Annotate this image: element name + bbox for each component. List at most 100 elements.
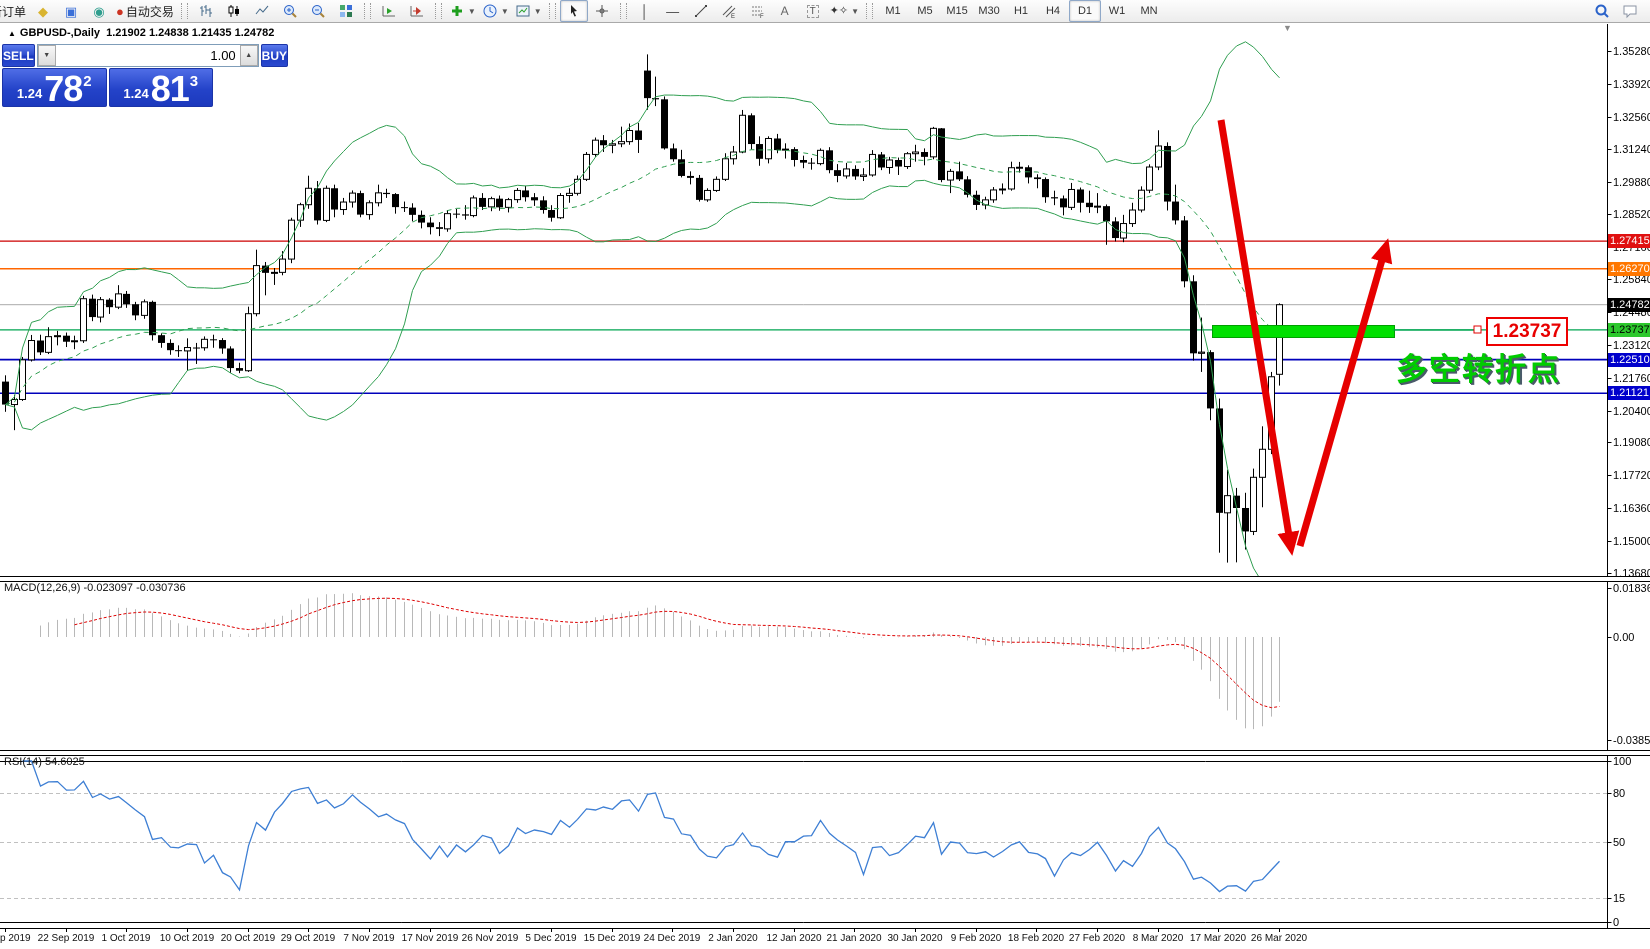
panel-separator[interactable] xyxy=(0,576,1650,582)
zoom-out-button[interactable] xyxy=(304,0,332,22)
tile-windows-button[interactable] xyxy=(332,0,360,22)
shapes-icon: ✦✧ xyxy=(830,6,848,17)
mt4-window: 新订单 ◆ ▣ ◉ ● 自动交易 ▼ ▼ ▼ │ — E F A T ✦✧▼ xyxy=(0,0,1650,949)
volume-decrease-button[interactable]: ▼ xyxy=(38,45,56,66)
signal-button[interactable]: ◉ xyxy=(85,0,113,22)
sell-button[interactable]: SELL xyxy=(2,44,35,67)
chart-bars-button[interactable] xyxy=(192,0,220,22)
auto-scroll-button[interactable] xyxy=(375,0,403,22)
price-level-label: 1.27415 xyxy=(1608,234,1650,248)
templates-button[interactable]: ▼ xyxy=(512,0,545,22)
sell-price-box[interactable]: 1.24 78 2 xyxy=(2,68,107,107)
line-chart-icon xyxy=(254,3,270,19)
date-tick xyxy=(369,929,370,932)
crosshair-button[interactable] xyxy=(588,0,616,22)
new-order-icon[interactable]: ◆ xyxy=(29,0,57,22)
chat-button[interactable] xyxy=(1616,0,1644,22)
channel-button[interactable]: E xyxy=(715,0,743,22)
buy-price-box[interactable]: 1.24 81 3 xyxy=(109,68,214,107)
panel-separator[interactable] xyxy=(0,750,1650,756)
arrows-button[interactable]: ✦✧▼ xyxy=(827,0,862,22)
rsi-panel-canvas[interactable] xyxy=(0,754,1650,928)
date-axis[interactable]: 2 Sep 201922 Sep 20191 Oct 201910 Oct 20… xyxy=(0,928,1650,949)
main-toolbar: 新订单 ◆ ▣ ◉ ● 自动交易 ▼ ▼ ▼ │ — E F A T ✦✧▼ xyxy=(0,0,1650,23)
chart-candles-button[interactable] xyxy=(220,0,248,22)
sell-price-pip: 2 xyxy=(83,73,91,90)
chart-ohlc-values: 1.21902 1.24838 1.21435 1.24782 xyxy=(106,27,274,39)
sell-price-big: 78 xyxy=(44,74,82,104)
date-tick xyxy=(126,929,127,932)
macd-panel-canvas[interactable] xyxy=(0,580,1650,750)
fibonacci-button[interactable]: F xyxy=(743,0,771,22)
buy-price-big: 81 xyxy=(151,74,189,104)
label-icon: T xyxy=(807,5,819,18)
timeframe-m30-button[interactable]: M30 xyxy=(973,0,1005,22)
date-tick xyxy=(1036,929,1037,932)
tile-windows-icon xyxy=(338,3,354,19)
timeframe-m5-button[interactable]: M5 xyxy=(909,0,941,22)
autotrade-button[interactable]: ● 自动交易 xyxy=(113,0,177,22)
template-icon xyxy=(515,3,531,19)
date-tick xyxy=(551,929,552,932)
signal-icon: ◉ xyxy=(93,5,104,18)
chart-shift-button[interactable] xyxy=(403,0,431,22)
price-level-label: 1.26270 xyxy=(1608,262,1650,276)
cursor-button[interactable] xyxy=(560,0,588,22)
zoom-in-button[interactable] xyxy=(276,0,304,22)
chart-line-button[interactable] xyxy=(248,0,276,22)
volume-input[interactable] xyxy=(56,45,240,66)
svg-text:E: E xyxy=(731,14,735,19)
rsi-name: RSI(14) xyxy=(4,756,42,768)
text-label-button[interactable]: T xyxy=(799,0,827,22)
clock-icon xyxy=(482,3,498,19)
new-order-button[interactable]: 新订单 xyxy=(0,0,29,22)
chart-symbol: GBPUSD-,Daily xyxy=(20,27,100,39)
timeframe-m15-button[interactable]: M15 xyxy=(941,0,973,22)
search-button[interactable] xyxy=(1588,0,1616,22)
date-tick xyxy=(976,929,977,932)
trendline-button[interactable] xyxy=(687,0,715,22)
add-indicator-icon xyxy=(449,3,465,19)
zoom-out-icon xyxy=(310,3,326,19)
bars-chart-icon xyxy=(198,3,214,19)
vline-icon: │ xyxy=(641,5,649,18)
sell-price-small: 1.24 xyxy=(17,84,42,104)
volume-stepper: ▼ ▲ xyxy=(37,44,259,67)
main-chart-canvas[interactable] xyxy=(0,24,1650,576)
timeframe-h1-button[interactable]: H1 xyxy=(1005,0,1037,22)
pivot-annotation-text[interactable]: 多空转折点 xyxy=(1396,344,1561,389)
text-button[interactable]: A xyxy=(771,0,799,22)
macd-main-value: -0.023097 xyxy=(83,582,133,594)
timeframe-w1-button[interactable]: W1 xyxy=(1101,0,1133,22)
buy-price-small: 1.24 xyxy=(123,84,148,104)
timeframe-mn-button[interactable]: MN xyxy=(1133,0,1165,22)
timeframe-m1-button[interactable]: M1 xyxy=(877,0,909,22)
timeframe-h4-button[interactable]: H4 xyxy=(1037,0,1069,22)
volume-increase-button[interactable]: ▲ xyxy=(240,45,258,66)
periods-button[interactable]: ▼ xyxy=(479,0,512,22)
date-label: 26 Mar 2020 xyxy=(1237,933,1321,944)
price-level-label: 1.24782 xyxy=(1608,298,1650,312)
horizontal-line-button[interactable]: — xyxy=(659,0,687,22)
macd-name: MACD(12,26,9) xyxy=(4,582,80,594)
price-tag-box[interactable]: 1.23737 xyxy=(1486,317,1568,346)
price-level-label: 1.22510 xyxy=(1608,353,1650,367)
macd-signal-value: -0.030736 xyxy=(136,582,186,594)
date-tick xyxy=(1218,929,1219,932)
vertical-line-button[interactable]: │ xyxy=(631,0,659,22)
date-tick xyxy=(1097,929,1098,932)
indicators-button[interactable]: ▼ xyxy=(446,0,479,22)
date-tick xyxy=(794,929,795,932)
chevron-down-icon: ▼ xyxy=(851,7,859,16)
support-highlight-bar[interactable] xyxy=(1212,325,1395,338)
rsi-label: RSI(14) 54.6025 xyxy=(4,756,85,768)
price-level-label: 1.21121 xyxy=(1608,386,1650,400)
zoom-in-icon xyxy=(282,3,298,19)
timeframe-d1-button[interactable]: D1 xyxy=(1069,0,1101,22)
chart-title: ▲GBPUSD-,Daily 1.21902 1.24838 1.21435 1… xyxy=(8,27,274,39)
chart-shift-marker-icon[interactable]: ▼ xyxy=(1283,23,1292,33)
terminal-button[interactable]: ▣ xyxy=(57,0,85,22)
date-tick xyxy=(672,929,673,932)
buy-button[interactable]: BUY xyxy=(261,44,288,67)
date-tick xyxy=(308,929,309,932)
